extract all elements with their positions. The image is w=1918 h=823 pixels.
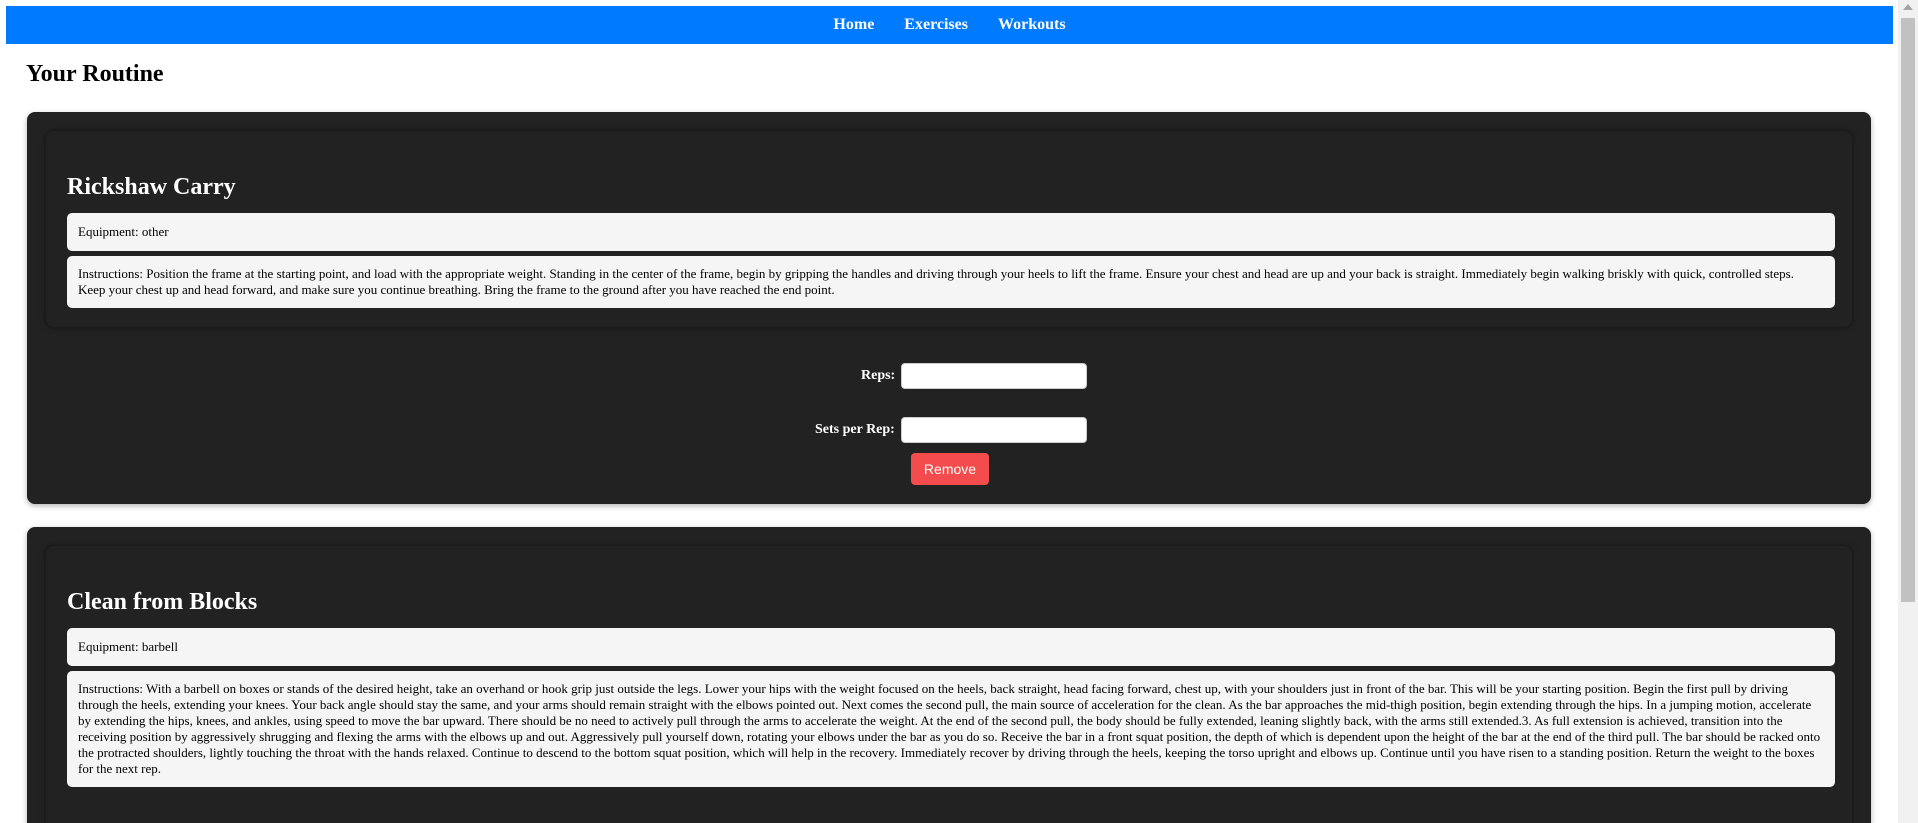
exercise-name: Rickshaw Carry (67, 174, 236, 200)
sets-per-rep-input[interactable] (900, 417, 1087, 443)
exercise-name: Clean from Blocks (67, 589, 258, 615)
sets-per-rep-label: Sets per Rep: (815, 422, 895, 437)
top-nav-bar: Home Exercises Workouts (6, 6, 1893, 44)
routine-card-rickshaw-carry: Rickshaw Carry Equipment: other Instruct… (27, 112, 1871, 504)
nav-home-link[interactable]: Home (833, 16, 874, 34)
scroll-up-arrow-icon[interactable] (1903, 4, 1913, 10)
exercise-instructions: Instructions: Position the frame at the … (67, 256, 1835, 308)
exercise-card: Rickshaw Carry Equipment: other Instruct… (46, 131, 1852, 327)
reps-input[interactable] (901, 363, 1088, 389)
page-title: Your Routine (26, 61, 164, 87)
reps-row: Reps: (861, 363, 1088, 389)
sets-per-rep-row: Sets per Rep: (815, 417, 1087, 443)
exercise-card: Clean from Blocks Equipment: barbell Ins… (46, 546, 1852, 823)
scrollbar-thumb[interactable] (1901, 18, 1915, 602)
nav-exercises-link[interactable]: Exercises (904, 16, 968, 34)
routine-card-clean-from-blocks: Clean from Blocks Equipment: barbell Ins… (27, 527, 1871, 823)
exercise-equipment: Equipment: other (67, 213, 1835, 251)
nav-workouts-link[interactable]: Workouts (998, 16, 1066, 34)
exercise-instructions: Instructions: With a barbell on boxes or… (67, 671, 1835, 787)
remove-button[interactable]: Remove (911, 453, 989, 485)
page-viewport: Home Exercises Workouts Your Routine Ric… (0, 0, 1898, 823)
reps-label: Reps: (861, 368, 896, 383)
exercise-equipment: Equipment: barbell (67, 628, 1835, 666)
vertical-scrollbar[interactable] (1898, 0, 1918, 823)
